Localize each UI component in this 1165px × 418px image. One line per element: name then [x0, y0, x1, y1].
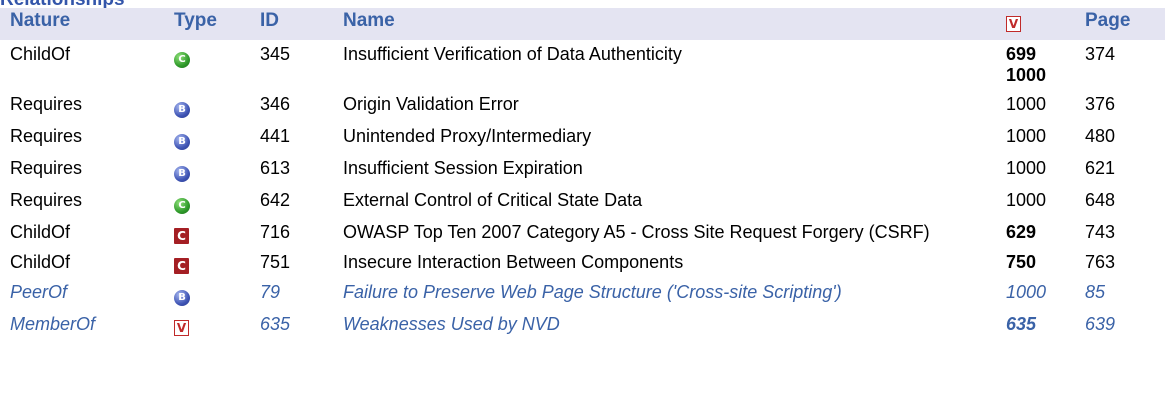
type-cell: B: [164, 154, 250, 186]
nature-cell: Requires: [0, 122, 164, 154]
view-square-icon: V: [174, 320, 189, 336]
table-row: MemberOf V 635 Weaknesses Used by NVD 635 639: [0, 310, 1165, 340]
nature-cell: Requires: [0, 186, 164, 218]
type-cell: C: [164, 40, 250, 90]
nature-cell: ChildOf: [0, 218, 164, 248]
nature-cell[interactable]: MemberOf: [0, 310, 164, 340]
name-cell: External Control of Critical State Data: [333, 186, 996, 218]
view-id[interactable]: 635: [1006, 314, 1075, 335]
nature-cell: Requires: [0, 90, 164, 122]
id-cell: 345: [250, 40, 333, 90]
category-circle-green-icon: C: [174, 198, 190, 214]
view-cell: 1000: [996, 90, 1075, 122]
view-cell: 629: [996, 218, 1075, 248]
base-circle-blue-icon: B: [174, 166, 190, 182]
id-cell: 642: [250, 186, 333, 218]
type-cell: C: [164, 186, 250, 218]
id-cell: 346: [250, 90, 333, 122]
view-id: 1000: [1006, 190, 1047, 210]
view-id: 1000: [1006, 126, 1047, 146]
column-header-type: Type: [164, 8, 250, 40]
table-row: ChildOf C 345 Insufficient Verification of …: [0, 40, 1165, 90]
id-cell: 751: [250, 248, 333, 278]
view-id[interactable]: 1000: [1006, 282, 1075, 303]
table-row: PeerOf B 79 Failure to Preserve Web Page St…: [0, 278, 1165, 310]
view-cell[interactable]: 1000: [996, 278, 1075, 310]
name-cell: OWASP Top Ten 2007 Category A5 - Cross S…: [333, 218, 996, 248]
view-cell: 1000: [996, 154, 1075, 186]
column-header-view: V: [996, 8, 1075, 40]
base-circle-blue-icon: B: [174, 134, 190, 150]
category-square-red-icon: C: [174, 258, 189, 274]
view-id: 750: [1006, 252, 1037, 272]
page-cell[interactable]: 639: [1075, 310, 1165, 340]
name-cell: Insufficient Verification of Data Authen…: [333, 40, 996, 90]
type-cell: B: [164, 90, 250, 122]
view-cell: 1000: [996, 122, 1075, 154]
base-circle-blue-icon: B: [174, 290, 190, 306]
name-cell: Insufficient Session Expiration: [333, 154, 996, 186]
page-cell: 743: [1075, 218, 1165, 248]
page-cell: 376: [1075, 90, 1165, 122]
view-id: 629: [1006, 222, 1037, 242]
page-cell: 763: [1075, 248, 1165, 278]
name-cell[interactable]: Failure to Preserve Web Page Structure (…: [333, 278, 996, 310]
name-cell: Insecure Interaction Between Components: [333, 248, 996, 278]
view-id: 699: [1006, 44, 1037, 64]
view-cell: 699 1000: [996, 40, 1075, 90]
column-header-page: Page: [1075, 8, 1165, 40]
view-id: 1000: [1006, 158, 1047, 178]
table-row: ChildOf C 751 Insecure Interaction Between …: [0, 248, 1165, 278]
column-header-nature: Nature: [0, 8, 164, 40]
nature-cell: ChildOf: [0, 248, 164, 278]
table-row: Requires B 441 Unintended Proxy/Intermediar…: [0, 122, 1165, 154]
type-cell: C: [164, 248, 250, 278]
category-circle-green-icon: C: [174, 52, 190, 68]
table-row: Requires B 346 Origin Validation Error 1000 3…: [0, 90, 1165, 122]
view-cell: 750: [996, 248, 1075, 278]
id-cell[interactable]: 79: [250, 278, 333, 310]
nature-cell[interactable]: PeerOf: [0, 278, 164, 310]
column-header-id: ID: [250, 8, 333, 40]
type-cell: V: [164, 310, 250, 340]
type-cell: B: [164, 122, 250, 154]
table-row: ChildOf C 716 OWASP Top Ten 2007 Category A…: [0, 218, 1165, 248]
page-cell: 621: [1075, 154, 1165, 186]
page-cell: 648: [1075, 186, 1165, 218]
base-circle-blue-icon: B: [174, 102, 190, 118]
type-cell: B: [164, 278, 250, 310]
type-cell: C: [164, 218, 250, 248]
view-id: 1000: [1006, 94, 1047, 114]
page-cell[interactable]: 85: [1075, 278, 1165, 310]
column-header-name: Name: [333, 8, 996, 40]
view-id: 1000: [1006, 65, 1047, 85]
table-row: Requires B 613 Insufficient Session Expirat…: [0, 154, 1165, 186]
view-cell[interactable]: 635: [996, 310, 1075, 340]
id-cell: 716: [250, 218, 333, 248]
view-cell: 1000: [996, 186, 1075, 218]
page-cell: 374: [1075, 40, 1165, 90]
name-cell: Unintended Proxy/Intermediary: [333, 122, 996, 154]
id-cell: 441: [250, 122, 333, 154]
id-cell[interactable]: 635: [250, 310, 333, 340]
id-cell: 613: [250, 154, 333, 186]
table-row: Requires C 642 External Control of Critical…: [0, 186, 1165, 218]
relationships-table: Nature Type ID Name V Page ChildOf C 345 In…: [0, 8, 1165, 340]
nature-cell: Requires: [0, 154, 164, 186]
name-cell: Origin Validation Error: [333, 90, 996, 122]
category-square-red-icon: C: [174, 228, 189, 244]
view-icon: V: [1006, 16, 1021, 32]
page-cell: 480: [1075, 122, 1165, 154]
table-header-row: Nature Type ID Name V Page: [0, 8, 1165, 40]
name-cell[interactable]: Weaknesses Used by NVD: [333, 310, 996, 340]
nature-cell: ChildOf: [0, 40, 164, 90]
